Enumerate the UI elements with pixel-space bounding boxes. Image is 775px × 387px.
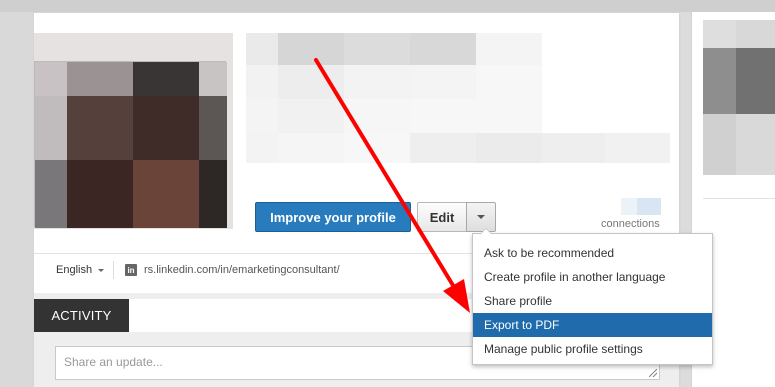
menu-item-export-pdf[interactable]: Export to PDF: [473, 313, 712, 337]
improve-profile-button[interactable]: Improve your profile: [255, 202, 411, 232]
resize-handle-icon[interactable]: [649, 369, 657, 377]
connections-count: [621, 198, 661, 215]
divider: [703, 198, 775, 199]
menu-item-share-profile[interactable]: Share profile: [473, 289, 712, 313]
sidebar-image: [703, 20, 775, 175]
top-strip: [0, 0, 775, 12]
menu-item-create-language-profile[interactable]: Create profile in another language: [473, 265, 712, 289]
chevron-down-icon: [98, 268, 105, 272]
tab-activity[interactable]: ACTIVITY: [34, 299, 129, 332]
language-label: English: [56, 264, 93, 276]
profile-photo[interactable]: [34, 33, 233, 229]
chevron-down-icon: [477, 215, 485, 219]
edit-dropdown-menu: Ask to be recommended Create profile in …: [472, 228, 713, 365]
menu-item-ask-recommended[interactable]: Ask to be recommended: [473, 241, 712, 265]
profile-name-block: [246, 33, 670, 163]
linkedin-icon: in: [125, 264, 137, 276]
divider: [113, 261, 114, 279]
language-selector[interactable]: English: [56, 264, 105, 276]
connections-label: connections: [601, 218, 660, 230]
public-profile-url[interactable]: rs.linkedin.com/in/emarketingconsultant/: [144, 264, 340, 276]
pixelated-photo: [34, 61, 227, 228]
share-update-placeholder: Share an update...: [64, 355, 163, 369]
menu-item-public-profile-settings[interactable]: Manage public profile settings: [473, 337, 712, 361]
edit-profile-button[interactable]: Edit: [417, 202, 467, 232]
